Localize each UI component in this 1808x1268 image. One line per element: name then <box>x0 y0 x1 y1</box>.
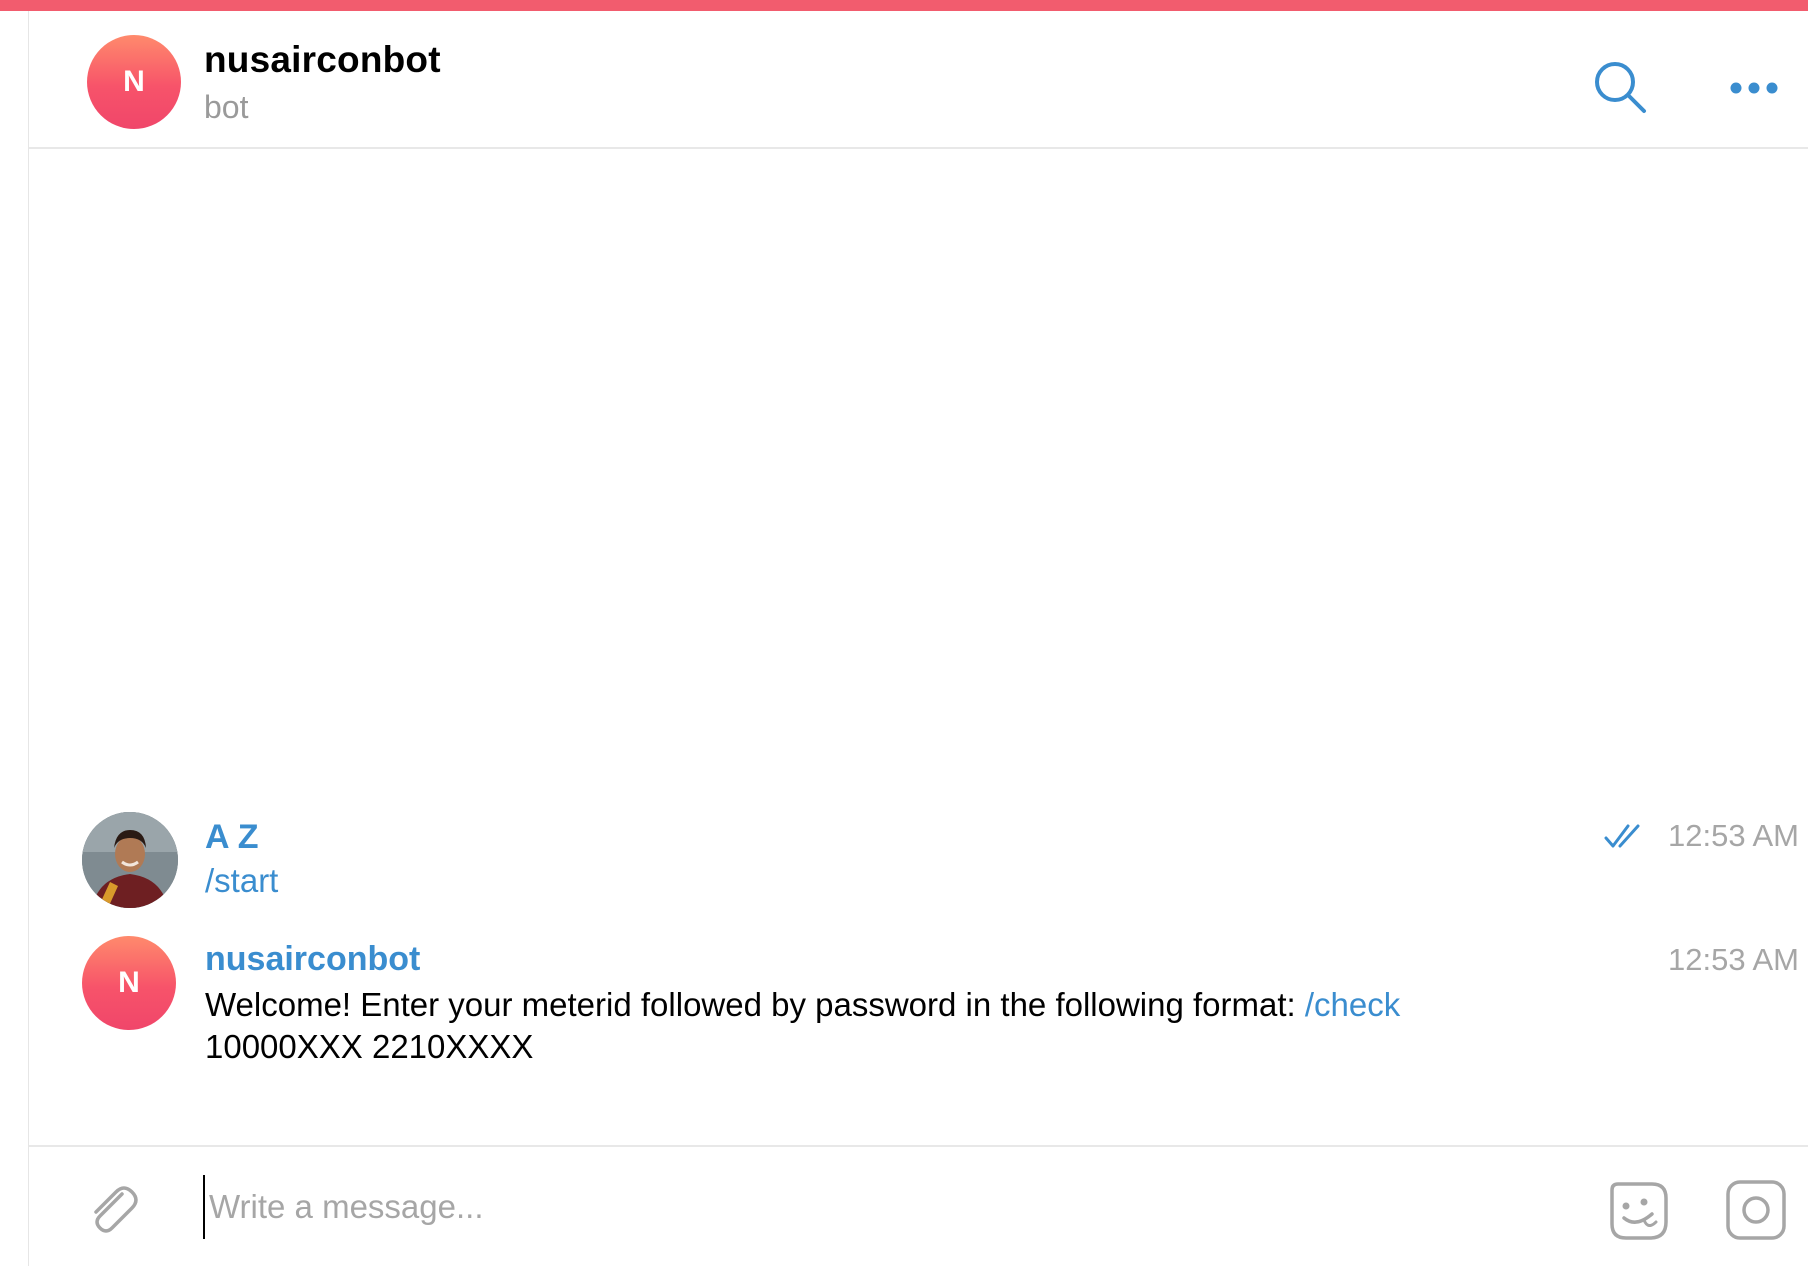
double-check-icon <box>1604 824 1640 848</box>
message-time: 12:53 AM <box>1668 818 1799 853</box>
bot-avatar-initial: N <box>123 65 145 98</box>
message-list[interactable]: A Z /start 12:53 AM N nusairconbot Welco… <box>29 149 1808 1145</box>
message-sender[interactable]: nusairconbot <box>205 940 420 979</box>
user-photo <box>82 812 178 908</box>
message-input[interactable] <box>203 1175 1409 1239</box>
more-icon <box>1730 82 1778 94</box>
sticker-button[interactable] <box>1603 1175 1675 1247</box>
more-button[interactable] <box>1719 63 1789 113</box>
message-text: Welcome! Enter your meterid followed by … <box>205 984 1585 1068</box>
message-command[interactable]: /start <box>205 860 278 902</box>
message-item: N nusairconbot Welcome! Enter your meter… <box>29 936 1808 1086</box>
search-icon <box>1595 62 1646 113</box>
message-composer <box>29 1145 1808 1268</box>
camera-button[interactable] <box>1723 1177 1789 1243</box>
user-avatar[interactable] <box>82 812 178 908</box>
attach-button[interactable] <box>79 1177 145 1243</box>
sticker-icon <box>1610 1182 1668 1240</box>
chat-title[interactable]: nusairconbot <box>204 39 441 81</box>
bot-avatar[interactable]: N <box>82 936 176 1030</box>
message-text-part: Welcome! Enter your meterid followed by … <box>205 986 1305 1023</box>
paperclip-icon <box>94 1186 138 1233</box>
chat-subtitle: bot <box>204 89 249 125</box>
bot-avatar[interactable]: N <box>87 35 181 129</box>
bot-avatar-initial: N <box>118 966 140 999</box>
command-link[interactable]: /check <box>1305 986 1400 1023</box>
message-item: A Z /start 12:53 AM <box>29 810 1808 920</box>
chat-header: N nusairconbot bot <box>29 11 1808 149</box>
camera-icon <box>1726 1180 1786 1240</box>
message-sender[interactable]: A Z <box>205 818 259 857</box>
search-button[interactable] <box>1585 52 1655 122</box>
window-top-bar <box>0 0 1808 11</box>
message-time: 12:53 AM <box>1668 942 1799 977</box>
message-text-part: 10000XXX 2210XXXX <box>205 1028 534 1065</box>
